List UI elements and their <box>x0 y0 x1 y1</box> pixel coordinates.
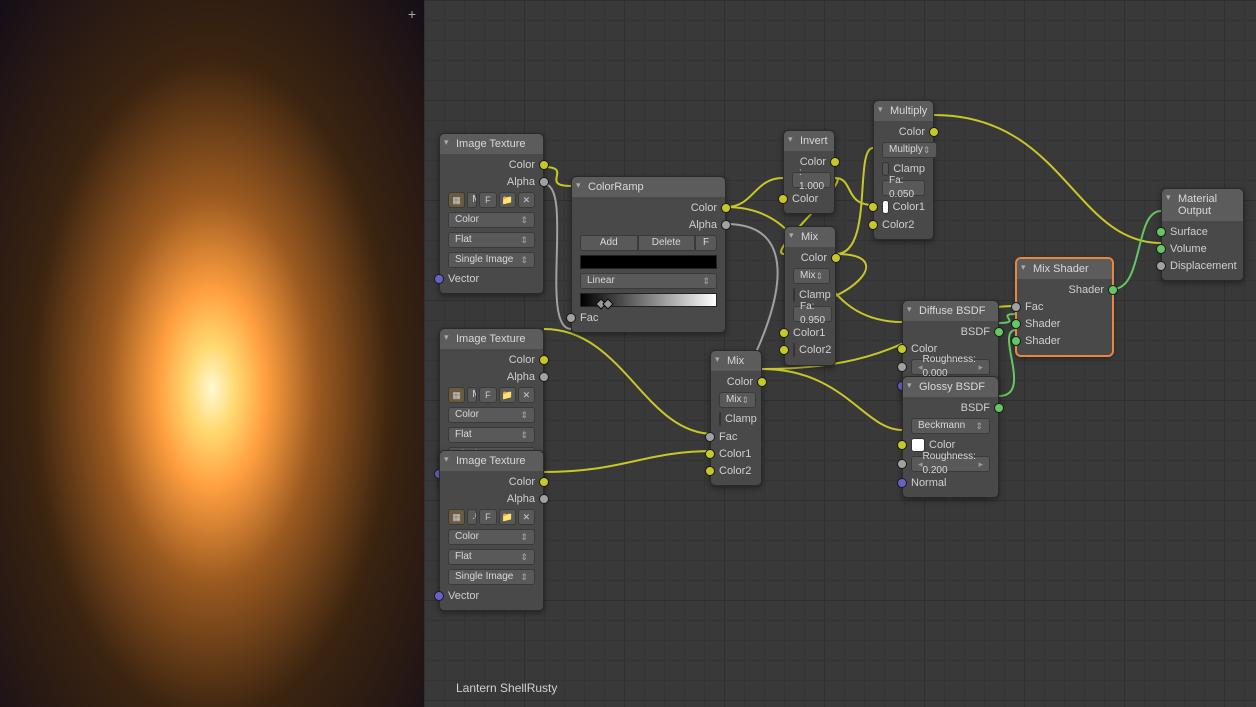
blend-select[interactable]: Multiply <box>882 142 937 158</box>
node-header[interactable]: ColorRamp <box>572 177 725 197</box>
colorramp-stops[interactable] <box>580 293 717 307</box>
node-color-ramp[interactable]: ColorRamp Color Alpha Add Delete F Linea… <box>571 176 726 333</box>
color-swatch[interactable] <box>793 343 795 357</box>
node-header[interactable]: Material Output <box>1162 189 1243 221</box>
node-header[interactable]: Mix <box>711 351 761 371</box>
colorramp-f-button[interactable]: F <box>695 235 717 251</box>
node-header[interactable]: Diffuse BSDF <box>903 301 998 321</box>
open-icon[interactable]: 📁 <box>499 509 516 525</box>
multiply-fac[interactable]: Fa: 0.050 <box>882 180 925 196</box>
f-button[interactable]: F <box>479 192 496 208</box>
node-header[interactable]: Mix <box>785 227 835 247</box>
roughness-field[interactable]: ◂Roughness: 0.200▸ <box>911 456 990 472</box>
node-invert[interactable]: Invert Color : 1.000 Color <box>783 130 835 214</box>
f-button[interactable]: F <box>479 387 496 403</box>
node-image-texture-3[interactable]: Image Texture Color Alpha ▦ .001 F 📁 ✕ C… <box>439 450 544 611</box>
open-icon[interactable]: 📁 <box>499 387 516 403</box>
node-mix-2[interactable]: Mix Color Mix Clamp Fac Color1 Color2 <box>710 350 762 486</box>
node-glossy-bsdf[interactable]: Glossy BSDF BSDF Beckmann Color ◂Roughne… <box>902 376 999 498</box>
image-icon[interactable]: ▦ <box>448 192 465 208</box>
node-header[interactable]: Image Texture <box>440 134 543 154</box>
source-select[interactable]: Single Image <box>448 252 535 268</box>
projection-select[interactable]: Flat <box>448 232 535 248</box>
unlink-icon[interactable]: ✕ <box>518 192 535 208</box>
f-button[interactable]: F <box>479 509 496 525</box>
node-editor[interactable]: Image Texture Color Alpha ▦ M.jpg F 📁 ✕ … <box>424 0 1256 707</box>
distribution-select[interactable]: Beckmann <box>911 418 990 434</box>
colorramp-gradient[interactable] <box>580 255 717 269</box>
material-name-label: Lantern ShellRusty <box>456 681 557 695</box>
invert-fac[interactable]: : 1.000 <box>792 172 831 188</box>
expand-icon[interactable]: + <box>408 6 416 22</box>
node-mix-1[interactable]: Mix Color Mix Clamp Fa: 0.950 Color1 Col… <box>784 226 836 366</box>
unlink-icon[interactable]: ✕ <box>518 387 535 403</box>
roughness-field[interactable]: ◂Roughness: 0.000▸ <box>911 359 990 375</box>
open-icon[interactable]: 📁 <box>499 192 516 208</box>
clamp-checkbox[interactable] <box>719 412 721 426</box>
node-header[interactable]: Invert <box>784 131 834 151</box>
node-header[interactable]: Glossy BSDF <box>903 377 998 397</box>
render-preview: + <box>0 0 424 707</box>
clamp-checkbox[interactable] <box>793 288 795 302</box>
node-header[interactable]: Image Texture <box>440 329 543 349</box>
unlink-icon[interactable]: ✕ <box>518 509 535 525</box>
blend-select[interactable]: Mix <box>793 268 830 284</box>
colorramp-delete-button[interactable]: Delete <box>638 235 696 251</box>
image-icon[interactable]: ▦ <box>448 387 465 403</box>
image-file-row[interactable]: ▦ M.jpg F 📁 ✕ <box>440 190 543 210</box>
node-image-texture-1[interactable]: Image Texture Color Alpha ▦ M.jpg F 📁 ✕ … <box>439 133 544 294</box>
node-header[interactable]: Multiply <box>874 101 933 121</box>
node-material-output[interactable]: Material Output Surface Volume Displacem… <box>1161 188 1244 281</box>
blend-select[interactable]: Mix <box>719 392 756 408</box>
colorramp-add-button[interactable]: Add <box>580 235 638 251</box>
colorspace-select[interactable]: Color <box>448 212 535 228</box>
image-icon[interactable]: ▦ <box>448 509 465 525</box>
color-swatch[interactable] <box>882 200 889 214</box>
node-multiply[interactable]: Multiply Color Multiply Clamp Fa: 0.050 … <box>873 100 934 240</box>
node-header[interactable]: Image Texture <box>440 451 543 471</box>
node-mix-shader[interactable]: Mix Shader Shader Fac Shader Shader <box>1016 258 1113 356</box>
interp-select[interactable]: Linear <box>580 273 717 289</box>
node-header[interactable]: Mix Shader <box>1017 259 1112 279</box>
mix-fac[interactable]: Fa: 0.950 <box>793 306 832 322</box>
node-wires <box>424 0 1256 707</box>
